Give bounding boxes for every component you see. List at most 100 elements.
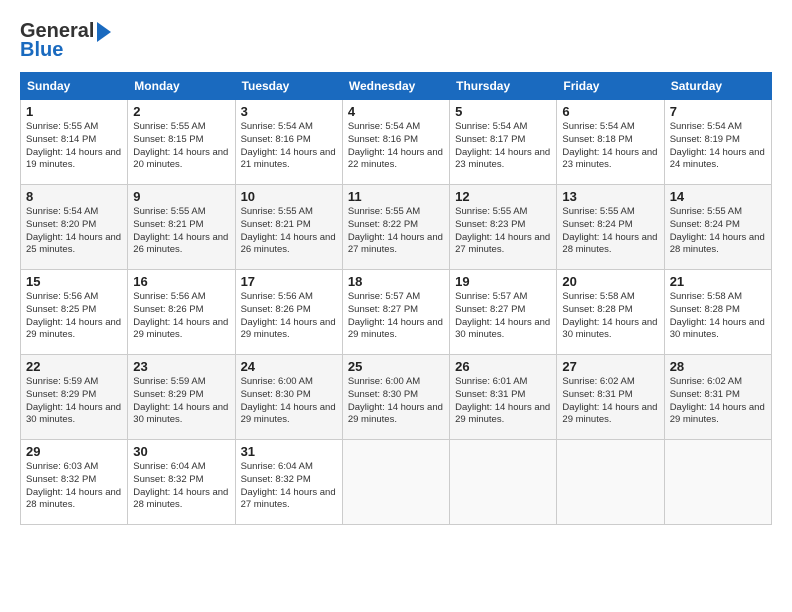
day-detail: Sunrise: 6:02 AMSunset: 8:31 PMDaylight:… [670,376,766,427]
calendar-cell: 21 Sunrise: 5:58 AMSunset: 8:28 PMDayligh… [664,270,771,355]
day-number: 24 [241,359,337,374]
logo-icon [97,22,111,42]
day-detail: Sunrise: 5:55 AMSunset: 8:23 PMDaylight:… [455,206,551,257]
calendar-cell: 23Sunrise: 5:59 AMSunset: 8:29 PMDayligh… [128,355,235,440]
day-number: 20 [562,274,658,289]
day-detail: Sunrise: 5:55 AMSunset: 8:24 PMDaylight:… [562,206,658,257]
day-detail: Sunrise: 5:54 AMSunset: 8:18 PMDaylight:… [562,121,658,172]
calendar-cell: 5 Sunrise: 5:54 AMSunset: 8:17 PMDaylight… [450,100,557,185]
calendar-week: 15 Sunrise: 5:56 AMSunset: 8:25 PMDayligh… [21,270,772,355]
dow-header-saturday: Saturday [664,73,771,100]
calendar-cell: 29 Sunrise: 6:03 AMSunset: 8:32 PMDayligh… [21,440,128,525]
calendar-cell: 18Sunrise: 5:57 AMSunset: 8:27 PMDayligh… [342,270,449,355]
day-detail: Sunrise: 5:55 AMSunset: 8:21 PMDaylight:… [241,206,337,257]
day-detail: Sunrise: 5:57 AMSunset: 8:27 PMDaylight:… [455,291,551,342]
logo: General Blue [20,20,111,62]
day-detail: Sunrise: 5:56 AMSunset: 8:26 PMDaylight:… [241,291,337,342]
day-detail: Sunrise: 5:54 AMSunset: 8:20 PMDaylight:… [26,206,122,257]
calendar-cell: 9 Sunrise: 5:55 AMSunset: 8:21 PMDaylight… [128,185,235,270]
day-detail: Sunrise: 5:56 AMSunset: 8:25 PMDaylight:… [26,291,122,342]
day-detail: Sunrise: 5:59 AMSunset: 8:29 PMDaylight:… [133,376,229,427]
day-number: 28 [670,359,766,374]
day-number: 31 [241,444,337,459]
day-detail: Sunrise: 6:04 AMSunset: 8:32 PMDaylight:… [241,461,337,512]
calendar-cell: 28 Sunrise: 6:02 AMSunset: 8:31 PMDayligh… [664,355,771,440]
day-detail: Sunrise: 6:01 AMSunset: 8:31 PMDaylight:… [455,376,551,427]
day-number: 15 [26,274,122,289]
day-number: 29 [26,444,122,459]
day-number: 5 [455,104,551,119]
day-detail: Sunrise: 6:00 AMSunset: 8:30 PMDaylight:… [241,376,337,427]
day-number: 22 [26,359,122,374]
day-number: 27 [562,359,658,374]
calendar-week: 29 Sunrise: 6:03 AMSunset: 8:32 PMDayligh… [21,440,772,525]
day-detail: Sunrise: 5:54 AMSunset: 8:16 PMDaylight:… [348,121,444,172]
day-detail: Sunrise: 6:00 AMSunset: 8:30 PMDaylight:… [348,376,444,427]
day-number: 13 [562,189,658,204]
calendar-cell: 22 Sunrise: 5:59 AMSunset: 8:29 PMDayligh… [21,355,128,440]
day-detail: Sunrise: 5:58 AMSunset: 8:28 PMDaylight:… [670,291,766,342]
calendar-cell: 24 Sunrise: 6:00 AMSunset: 8:30 PMDayligh… [235,355,342,440]
day-number: 26 [455,359,551,374]
day-detail: Sunrise: 6:02 AMSunset: 8:31 PMDaylight:… [562,376,658,427]
day-number: 17 [241,274,337,289]
day-number: 3 [241,104,337,119]
calendar-cell: 8 Sunrise: 5:54 AMSunset: 8:20 PMDaylight… [21,185,128,270]
calendar-cell [664,440,771,525]
day-detail: Sunrise: 6:04 AMSunset: 8:32 PMDaylight:… [133,461,229,512]
day-number: 14 [670,189,766,204]
logo-blue-text: Blue [20,39,63,62]
day-number: 9 [133,189,229,204]
calendar-cell: 27 Sunrise: 6:02 AMSunset: 8:31 PMDayligh… [557,355,664,440]
day-detail: Sunrise: 5:56 AMSunset: 8:26 PMDaylight:… [133,291,229,342]
day-detail: Sunrise: 5:55 AMSunset: 8:24 PMDaylight:… [670,206,766,257]
day-number: 4 [348,104,444,119]
day-number: 11 [348,189,444,204]
day-detail: Sunrise: 5:58 AMSunset: 8:28 PMDaylight:… [562,291,658,342]
calendar-cell: 2Sunrise: 5:55 AMSunset: 8:15 PMDaylight… [128,100,235,185]
calendar-table: SundayMondayTuesdayWednesdayThursdayFrid… [20,72,772,525]
day-number: 19 [455,274,551,289]
calendar-cell: 31 Sunrise: 6:04 AMSunset: 8:32 PMDayligh… [235,440,342,525]
calendar-cell: 14 Sunrise: 5:55 AMSunset: 8:24 PMDayligh… [664,185,771,270]
calendar-cell: 11 Sunrise: 5:55 AMSunset: 8:22 PMDayligh… [342,185,449,270]
day-detail: Sunrise: 6:03 AMSunset: 8:32 PMDaylight:… [26,461,122,512]
calendar-cell: 10 Sunrise: 5:55 AMSunset: 8:21 PMDayligh… [235,185,342,270]
calendar-cell: 26 Sunrise: 6:01 AMSunset: 8:31 PMDayligh… [450,355,557,440]
calendar-cell: 30Sunrise: 6:04 AMSunset: 8:32 PMDayligh… [128,440,235,525]
dow-header-tuesday: Tuesday [235,73,342,100]
calendar-cell: 7Sunrise: 5:54 AMSunset: 8:19 PMDaylight… [664,100,771,185]
calendar-cell [557,440,664,525]
calendar-cell [450,440,557,525]
dow-header-sunday: Sunday [21,73,128,100]
dow-header-wednesday: Wednesday [342,73,449,100]
calendar-cell: 17 Sunrise: 5:56 AMSunset: 8:26 PMDayligh… [235,270,342,355]
calendar-cell: 3 Sunrise: 5:54 AMSunset: 8:16 PMDaylight… [235,100,342,185]
day-detail: Sunrise: 5:54 AMSunset: 8:19 PMDaylight:… [670,121,766,172]
day-number: 12 [455,189,551,204]
header: General Blue [20,20,772,62]
calendar-cell: 15 Sunrise: 5:56 AMSunset: 8:25 PMDayligh… [21,270,128,355]
calendar-cell: 16 Sunrise: 5:56 AMSunset: 8:26 PMDayligh… [128,270,235,355]
calendar-cell: 1Sunrise: 5:55 AMSunset: 8:14 PMDaylight… [21,100,128,185]
dow-header-friday: Friday [557,73,664,100]
day-detail: Sunrise: 5:57 AMSunset: 8:27 PMDaylight:… [348,291,444,342]
day-detail: Sunrise: 5:54 AMSunset: 8:17 PMDaylight:… [455,121,551,172]
day-detail: Sunrise: 5:55 AMSunset: 8:22 PMDaylight:… [348,206,444,257]
calendar-week: 22 Sunrise: 5:59 AMSunset: 8:29 PMDayligh… [21,355,772,440]
day-number: 10 [241,189,337,204]
calendar-cell: 6Sunrise: 5:54 AMSunset: 8:18 PMDaylight… [557,100,664,185]
day-detail: Sunrise: 5:59 AMSunset: 8:29 PMDaylight:… [26,376,122,427]
day-number: 21 [670,274,766,289]
day-number: 1 [26,104,122,119]
calendar-cell: 19 Sunrise: 5:57 AMSunset: 8:27 PMDayligh… [450,270,557,355]
calendar-cell [342,440,449,525]
day-detail: Sunrise: 5:54 AMSunset: 8:16 PMDaylight:… [241,121,337,172]
day-detail: Sunrise: 5:55 AMSunset: 8:15 PMDaylight:… [133,121,229,172]
dow-header-thursday: Thursday [450,73,557,100]
day-number: 8 [26,189,122,204]
calendar-week: 8 Sunrise: 5:54 AMSunset: 8:20 PMDaylight… [21,185,772,270]
calendar-week: 1Sunrise: 5:55 AMSunset: 8:14 PMDaylight… [21,100,772,185]
day-detail: Sunrise: 5:55 AMSunset: 8:21 PMDaylight:… [133,206,229,257]
day-number: 16 [133,274,229,289]
